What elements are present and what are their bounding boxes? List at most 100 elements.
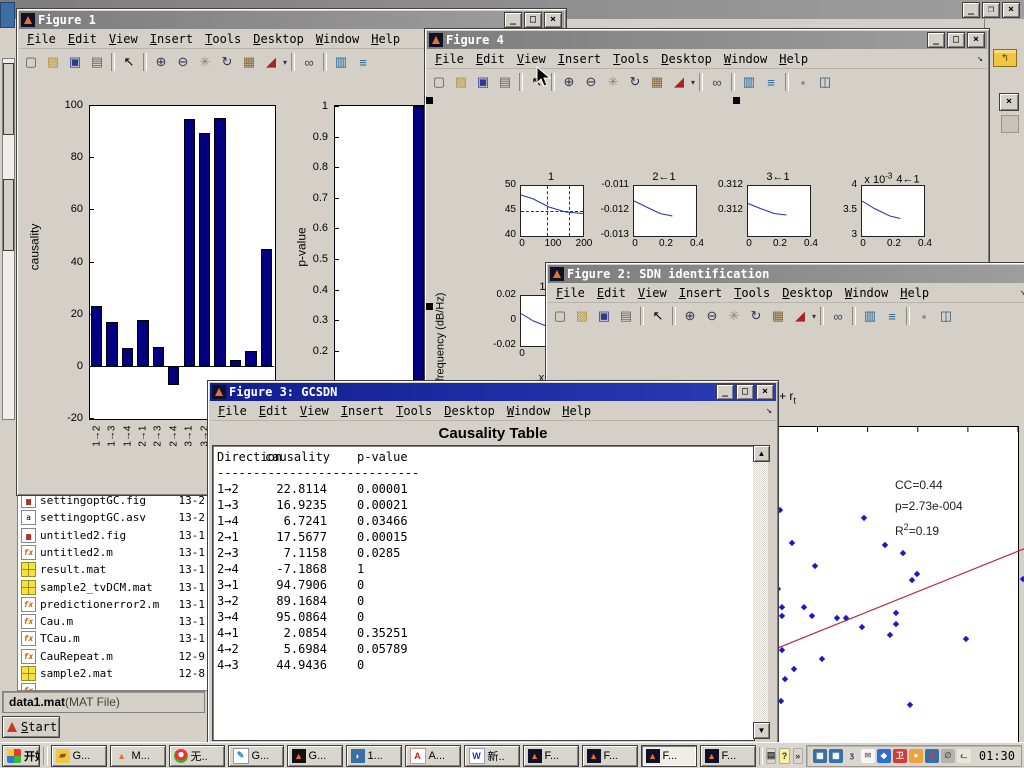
open-icon[interactable]: ▨ bbox=[572, 306, 592, 326]
data-cursor-icon[interactable]: ▦ bbox=[768, 306, 788, 326]
pointer-icon[interactable]: ↖ bbox=[119, 52, 139, 72]
scroll-down-button[interactable]: ▼ bbox=[753, 722, 770, 739]
orange-badge-icon[interactable]: ● bbox=[909, 749, 923, 763]
minimize-button[interactable]: _ bbox=[716, 384, 734, 400]
brush-dropdown-icon[interactable]: ▾ bbox=[691, 78, 695, 87]
rotate-icon[interactable]: ↻ bbox=[625, 72, 645, 92]
legend-icon[interactable]: ≡ bbox=[882, 306, 902, 326]
menu-edit[interactable]: Edit bbox=[64, 31, 105, 47]
matlab-start-button[interactable]: Start bbox=[2, 716, 60, 738]
help-icon[interactable]: ? bbox=[779, 748, 789, 764]
colorbar-icon[interactable]: ▥ bbox=[739, 72, 759, 92]
menu-desktop[interactable]: Desktop bbox=[440, 403, 503, 419]
print-icon[interactable]: ▤ bbox=[616, 306, 636, 326]
start-button[interactable]: 开始 bbox=[2, 745, 40, 767]
taskbar-button[interactable]: ✎G... bbox=[228, 745, 284, 767]
legend-icon[interactable]: ≡ bbox=[761, 72, 781, 92]
menu-file[interactable]: File bbox=[23, 31, 64, 47]
menu-help[interactable]: Help bbox=[558, 403, 599, 419]
save-icon[interactable]: ▣ bbox=[594, 306, 614, 326]
causality-table-listbox[interactable]: Directioncausalityp-value---------------… bbox=[212, 445, 755, 741]
menu-file[interactable]: File bbox=[431, 51, 472, 67]
pan-icon[interactable]: ✳ bbox=[603, 72, 623, 92]
chevron-icon[interactable]: » bbox=[793, 748, 803, 764]
dropbox-icon[interactable]: ◆ bbox=[877, 749, 891, 763]
file-item[interactable]: result.mat13-1 bbox=[18, 561, 208, 578]
zoom-in-icon[interactable]: ⊕ bbox=[559, 72, 579, 92]
brush-icon[interactable]: ◢ bbox=[669, 72, 689, 92]
selection-handle[interactable] bbox=[426, 303, 433, 310]
print-icon[interactable]: ▤ bbox=[87, 52, 107, 72]
file-list[interactable]: ▅settingoptGC.fig13-2asettingoptGC.asv13… bbox=[17, 489, 209, 691]
minimize-button[interactable]: _ bbox=[927, 32, 945, 48]
menu-insert[interactable]: Insert bbox=[146, 31, 201, 47]
left-scrollbar[interactable] bbox=[2, 58, 15, 420]
table-scrollbar[interactable]: ▲ ▼ bbox=[753, 445, 768, 739]
new-file-icon[interactable]: ▢ bbox=[550, 306, 570, 326]
dock-figure-icon[interactable]: ▪ bbox=[793, 72, 813, 92]
taskbar-button[interactable]: ▰G... bbox=[51, 745, 107, 767]
open-icon[interactable]: ▨ bbox=[43, 52, 63, 72]
menu-insert[interactable]: Insert bbox=[675, 285, 730, 301]
colorbar-icon[interactable]: ▥ bbox=[860, 306, 880, 326]
rotate-icon[interactable]: ↻ bbox=[217, 52, 237, 72]
minimize-button[interactable]: _ bbox=[504, 12, 522, 28]
menu-insert[interactable]: Insert bbox=[337, 403, 392, 419]
net-error-icon[interactable]: ✗ bbox=[925, 749, 939, 763]
menu-window[interactable]: Window bbox=[841, 285, 896, 301]
figure3-titlebar[interactable]: Figure 3: GCSDN _□× bbox=[210, 383, 776, 401]
menu-edit[interactable]: Edit bbox=[593, 285, 634, 301]
taskbar-button[interactable]: W新.. bbox=[464, 745, 520, 767]
legend-icon[interactable]: ≡ bbox=[353, 52, 373, 72]
maximize-button[interactable]: □ bbox=[736, 384, 754, 400]
main-close-button[interactable]: × bbox=[1002, 2, 1020, 18]
network-icon[interactable]: ▦ bbox=[813, 749, 827, 763]
colorbar-icon[interactable]: ▥ bbox=[331, 52, 351, 72]
menu-tools[interactable]: Tools bbox=[392, 403, 440, 419]
menu-tools[interactable]: Tools bbox=[201, 31, 249, 47]
figure1-titlebar[interactable]: Figure 1 _□× bbox=[19, 11, 564, 29]
zoom-in-icon[interactable]: ⊕ bbox=[680, 306, 700, 326]
menu-tools[interactable]: Tools bbox=[609, 51, 657, 67]
taskbar-button[interactable]: ▲G... bbox=[287, 745, 343, 767]
brush-icon[interactable]: ◢ bbox=[261, 52, 281, 72]
menu-insert[interactable]: Insert bbox=[554, 51, 609, 67]
file-item[interactable]: fx bbox=[18, 682, 208, 691]
zoom-out-icon[interactable]: ⊖ bbox=[173, 52, 193, 72]
panel-close-button[interactable]: × bbox=[999, 93, 1019, 111]
maximize-button[interactable]: □ bbox=[524, 12, 542, 28]
menu-overflow-chevron[interactable]: ↘ bbox=[977, 53, 983, 64]
main-minimize-button[interactable]: _ bbox=[962, 2, 980, 18]
scroll-up-button[interactable]: ▲ bbox=[753, 445, 770, 462]
file-item[interactable]: asettingoptGC.asv13-2 bbox=[18, 509, 208, 526]
pan-icon[interactable]: ✳ bbox=[195, 52, 215, 72]
menu-window[interactable]: Window bbox=[503, 403, 558, 419]
menu-file[interactable]: File bbox=[552, 285, 593, 301]
maximize-button[interactable]: □ bbox=[947, 32, 965, 48]
menu-help[interactable]: Help bbox=[367, 31, 408, 47]
taskbar-button[interactable]: ▲M... bbox=[110, 745, 166, 767]
brush-dropdown-icon[interactable]: ▾ bbox=[812, 312, 816, 321]
file-item[interactable]: fxuntitled2.m13-1 bbox=[18, 544, 208, 561]
link-plots-icon[interactable]: ∞ bbox=[299, 52, 319, 72]
rotate-icon[interactable]: ↻ bbox=[746, 306, 766, 326]
close-button[interactable]: × bbox=[967, 32, 985, 48]
file-item[interactable]: fxTCau.m13-1 bbox=[18, 630, 208, 647]
file-item[interactable]: fxCauRepeat.m12-9 bbox=[18, 648, 208, 665]
zoom-in-icon[interactable]: ⊕ bbox=[151, 52, 171, 72]
menu-view[interactable]: View bbox=[634, 285, 675, 301]
keyboard-icon[interactable]: ▤ bbox=[766, 748, 777, 764]
menu-desktop[interactable]: Desktop bbox=[249, 31, 312, 47]
menu-help[interactable]: Help bbox=[775, 51, 816, 67]
menu-overflow-chevron[interactable]: ↘ bbox=[1020, 287, 1024, 298]
menu-window[interactable]: Window bbox=[720, 51, 775, 67]
dock-figure-icon[interactable]: ▪ bbox=[914, 306, 934, 326]
data-cursor-icon[interactable]: ▦ bbox=[647, 72, 667, 92]
taskbar-button[interactable]: ◗1... bbox=[346, 745, 402, 767]
open-icon[interactable]: ▨ bbox=[451, 72, 471, 92]
menu-edit[interactable]: Edit bbox=[255, 403, 296, 419]
file-item[interactable]: sample2.mat12-8 bbox=[18, 665, 208, 682]
close-button[interactable]: × bbox=[544, 12, 562, 28]
blocked-icon[interactable]: ∅ bbox=[941, 749, 955, 763]
pan-icon[interactable]: ✳ bbox=[724, 306, 744, 326]
